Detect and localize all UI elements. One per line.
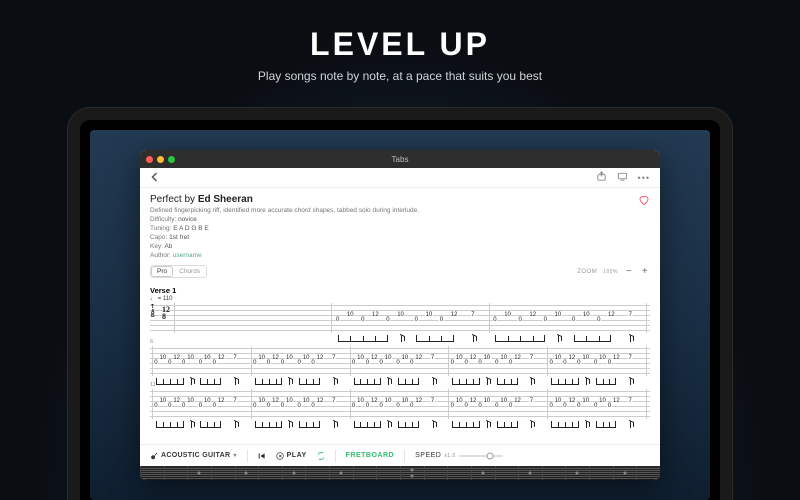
favorite-button[interactable] bbox=[638, 194, 650, 208]
app-window: Tabs ••• Perfect by Ed Sheeran Defined f… bbox=[140, 150, 660, 480]
time-signature: 128 bbox=[162, 306, 170, 320]
hero-title: LEVEL UP bbox=[0, 26, 800, 63]
separator bbox=[335, 450, 336, 462]
fretboard-view[interactable] bbox=[140, 466, 660, 480]
author-link[interactable]: username bbox=[173, 252, 202, 259]
rewind-button[interactable] bbox=[258, 452, 266, 460]
separator bbox=[247, 450, 248, 462]
chevron-down-icon: ▾ bbox=[233, 452, 236, 459]
difficulty-value: novice bbox=[178, 216, 197, 223]
play-button[interactable]: PLAY bbox=[276, 452, 307, 460]
hero-subtitle: Play songs note by note, at a pace that … bbox=[0, 69, 800, 83]
capo-label: Capo: bbox=[150, 234, 167, 241]
speed-label: SPEED bbox=[415, 452, 441, 459]
zoom-in-button[interactable]: + bbox=[640, 266, 650, 277]
separator bbox=[404, 450, 405, 462]
key-value: Ab bbox=[164, 243, 172, 250]
monitor-frame: Tabs ••• Perfect by Ed Sheeran Defined f… bbox=[80, 120, 720, 500]
song-artist: Ed Sheeran bbox=[198, 194, 253, 205]
back-button[interactable] bbox=[150, 172, 160, 184]
guitar-icon bbox=[150, 452, 158, 460]
zoom-label: ZOOM bbox=[577, 269, 597, 275]
loop-button[interactable] bbox=[317, 452, 325, 460]
tempo-marking: ♩ = 110 bbox=[150, 296, 650, 302]
speed-value: x1.0 bbox=[444, 453, 455, 459]
instrument-selector[interactable]: ACOUSTIC GUITAR ▾ bbox=[150, 452, 237, 460]
capo-value: 1st fret bbox=[169, 234, 189, 241]
author-label: Author: bbox=[150, 252, 171, 259]
tab-clef: TAB bbox=[151, 305, 154, 319]
speed-slider[interactable] bbox=[459, 455, 503, 457]
playback-controls: ACOUSTIC GUITAR ▾ PLAY FRETBOARD SPEEDx1… bbox=[140, 444, 660, 466]
difficulty-label: Difficulty: bbox=[150, 216, 176, 223]
zoom-out-button[interactable]: − bbox=[624, 266, 634, 277]
view-mode-chords[interactable]: Chords bbox=[173, 266, 206, 277]
tuning-value: E A D G B E bbox=[173, 225, 208, 232]
song-description: Defined fingerpicking riff, identified m… bbox=[150, 207, 650, 214]
fretboard-toggle[interactable]: FRETBOARD bbox=[346, 452, 394, 459]
window-title: Tabs bbox=[140, 155, 660, 164]
zoom-control: ZOOM 100% − + bbox=[577, 266, 650, 277]
key-label: Key: bbox=[150, 243, 163, 250]
section-heading: Verse 1 bbox=[150, 286, 650, 295]
zoom-value: 100% bbox=[603, 269, 618, 275]
song-title-prefix: Perfect by bbox=[150, 194, 198, 205]
song-metadata: Perfect by Ed Sheeran Defined fingerpick… bbox=[140, 188, 660, 263]
desktop-wallpaper: Tabs ••• Perfect by Ed Sheeran Defined f… bbox=[90, 130, 710, 500]
tab-score[interactable]: Verse 1 ♩ = 110 TAB 128 0100120100100127… bbox=[140, 282, 660, 429]
tuning-label: Tuning: bbox=[150, 225, 171, 232]
speed-control: SPEEDx1.0 bbox=[415, 452, 503, 459]
view-mode-segmented[interactable]: Pro Chords bbox=[150, 265, 207, 278]
screen-icon[interactable] bbox=[617, 171, 628, 184]
share-icon[interactable] bbox=[596, 171, 607, 184]
more-button[interactable]: ••• bbox=[638, 173, 650, 183]
toolbar: ••• bbox=[140, 168, 660, 188]
window-titlebar[interactable]: Tabs bbox=[140, 150, 660, 168]
view-mode-pro[interactable]: Pro bbox=[151, 266, 173, 277]
